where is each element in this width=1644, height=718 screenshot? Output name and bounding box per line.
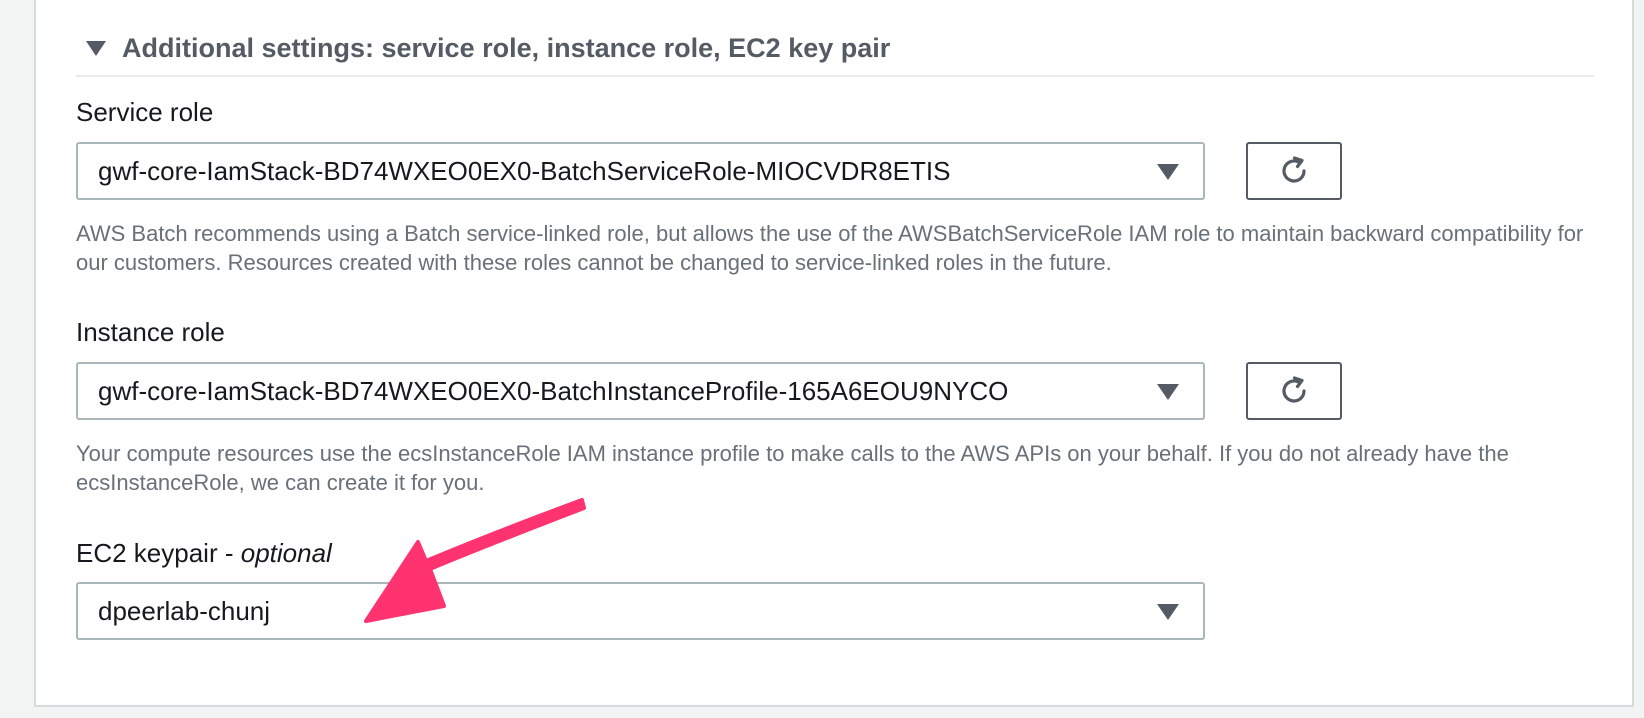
additional-settings-header[interactable]: Additional settings: service role, insta… — [86, 28, 890, 68]
service-role-description: AWS Batch recommends using a Batch servi… — [76, 221, 1584, 275]
service-role-refresh-button[interactable] — [1246, 142, 1342, 200]
ec2-keypair-label-text: EC2 keypair - — [76, 538, 241, 568]
ec2-keypair-select[interactable]: dpeerlab-chunj — [76, 582, 1205, 640]
service-role-select[interactable]: gwf-core-IamStack-BD74WXEO0EX0-BatchServ… — [76, 142, 1205, 200]
chevron-down-icon — [1157, 604, 1179, 620]
instance-role-refresh-button[interactable] — [1246, 362, 1342, 420]
refresh-icon — [1282, 376, 1306, 403]
caret-down-icon[interactable] — [86, 40, 106, 56]
settings-panel: Additional settings: service role, insta… — [34, 0, 1634, 707]
section-divider — [76, 75, 1594, 77]
service-role-value: gwf-core-IamStack-BD74WXEO0EX0-BatchServ… — [98, 155, 951, 186]
instance-role-description: Your compute resources use the ecsInstan… — [76, 441, 1509, 495]
instance-role-value: gwf-core-IamStack-BD74WXEO0EX0-BatchInst… — [98, 375, 1009, 406]
section-title: Additional settings: service role, insta… — [122, 32, 891, 63]
refresh-icon — [1282, 156, 1306, 183]
instance-role-select[interactable]: gwf-core-IamStack-BD74WXEO0EX0-BatchInst… — [76, 362, 1205, 420]
instance-role-label: Instance role — [76, 317, 225, 347]
optional-tag: optional — [240, 538, 332, 568]
chevron-down-icon — [1157, 164, 1179, 180]
chevron-down-icon — [1157, 384, 1179, 400]
ec2-keypair-label: EC2 keypair - optional — [76, 538, 332, 569]
ec2-keypair-value: dpeerlab-chunj — [98, 595, 271, 626]
service-role-label: Service role — [76, 97, 214, 127]
